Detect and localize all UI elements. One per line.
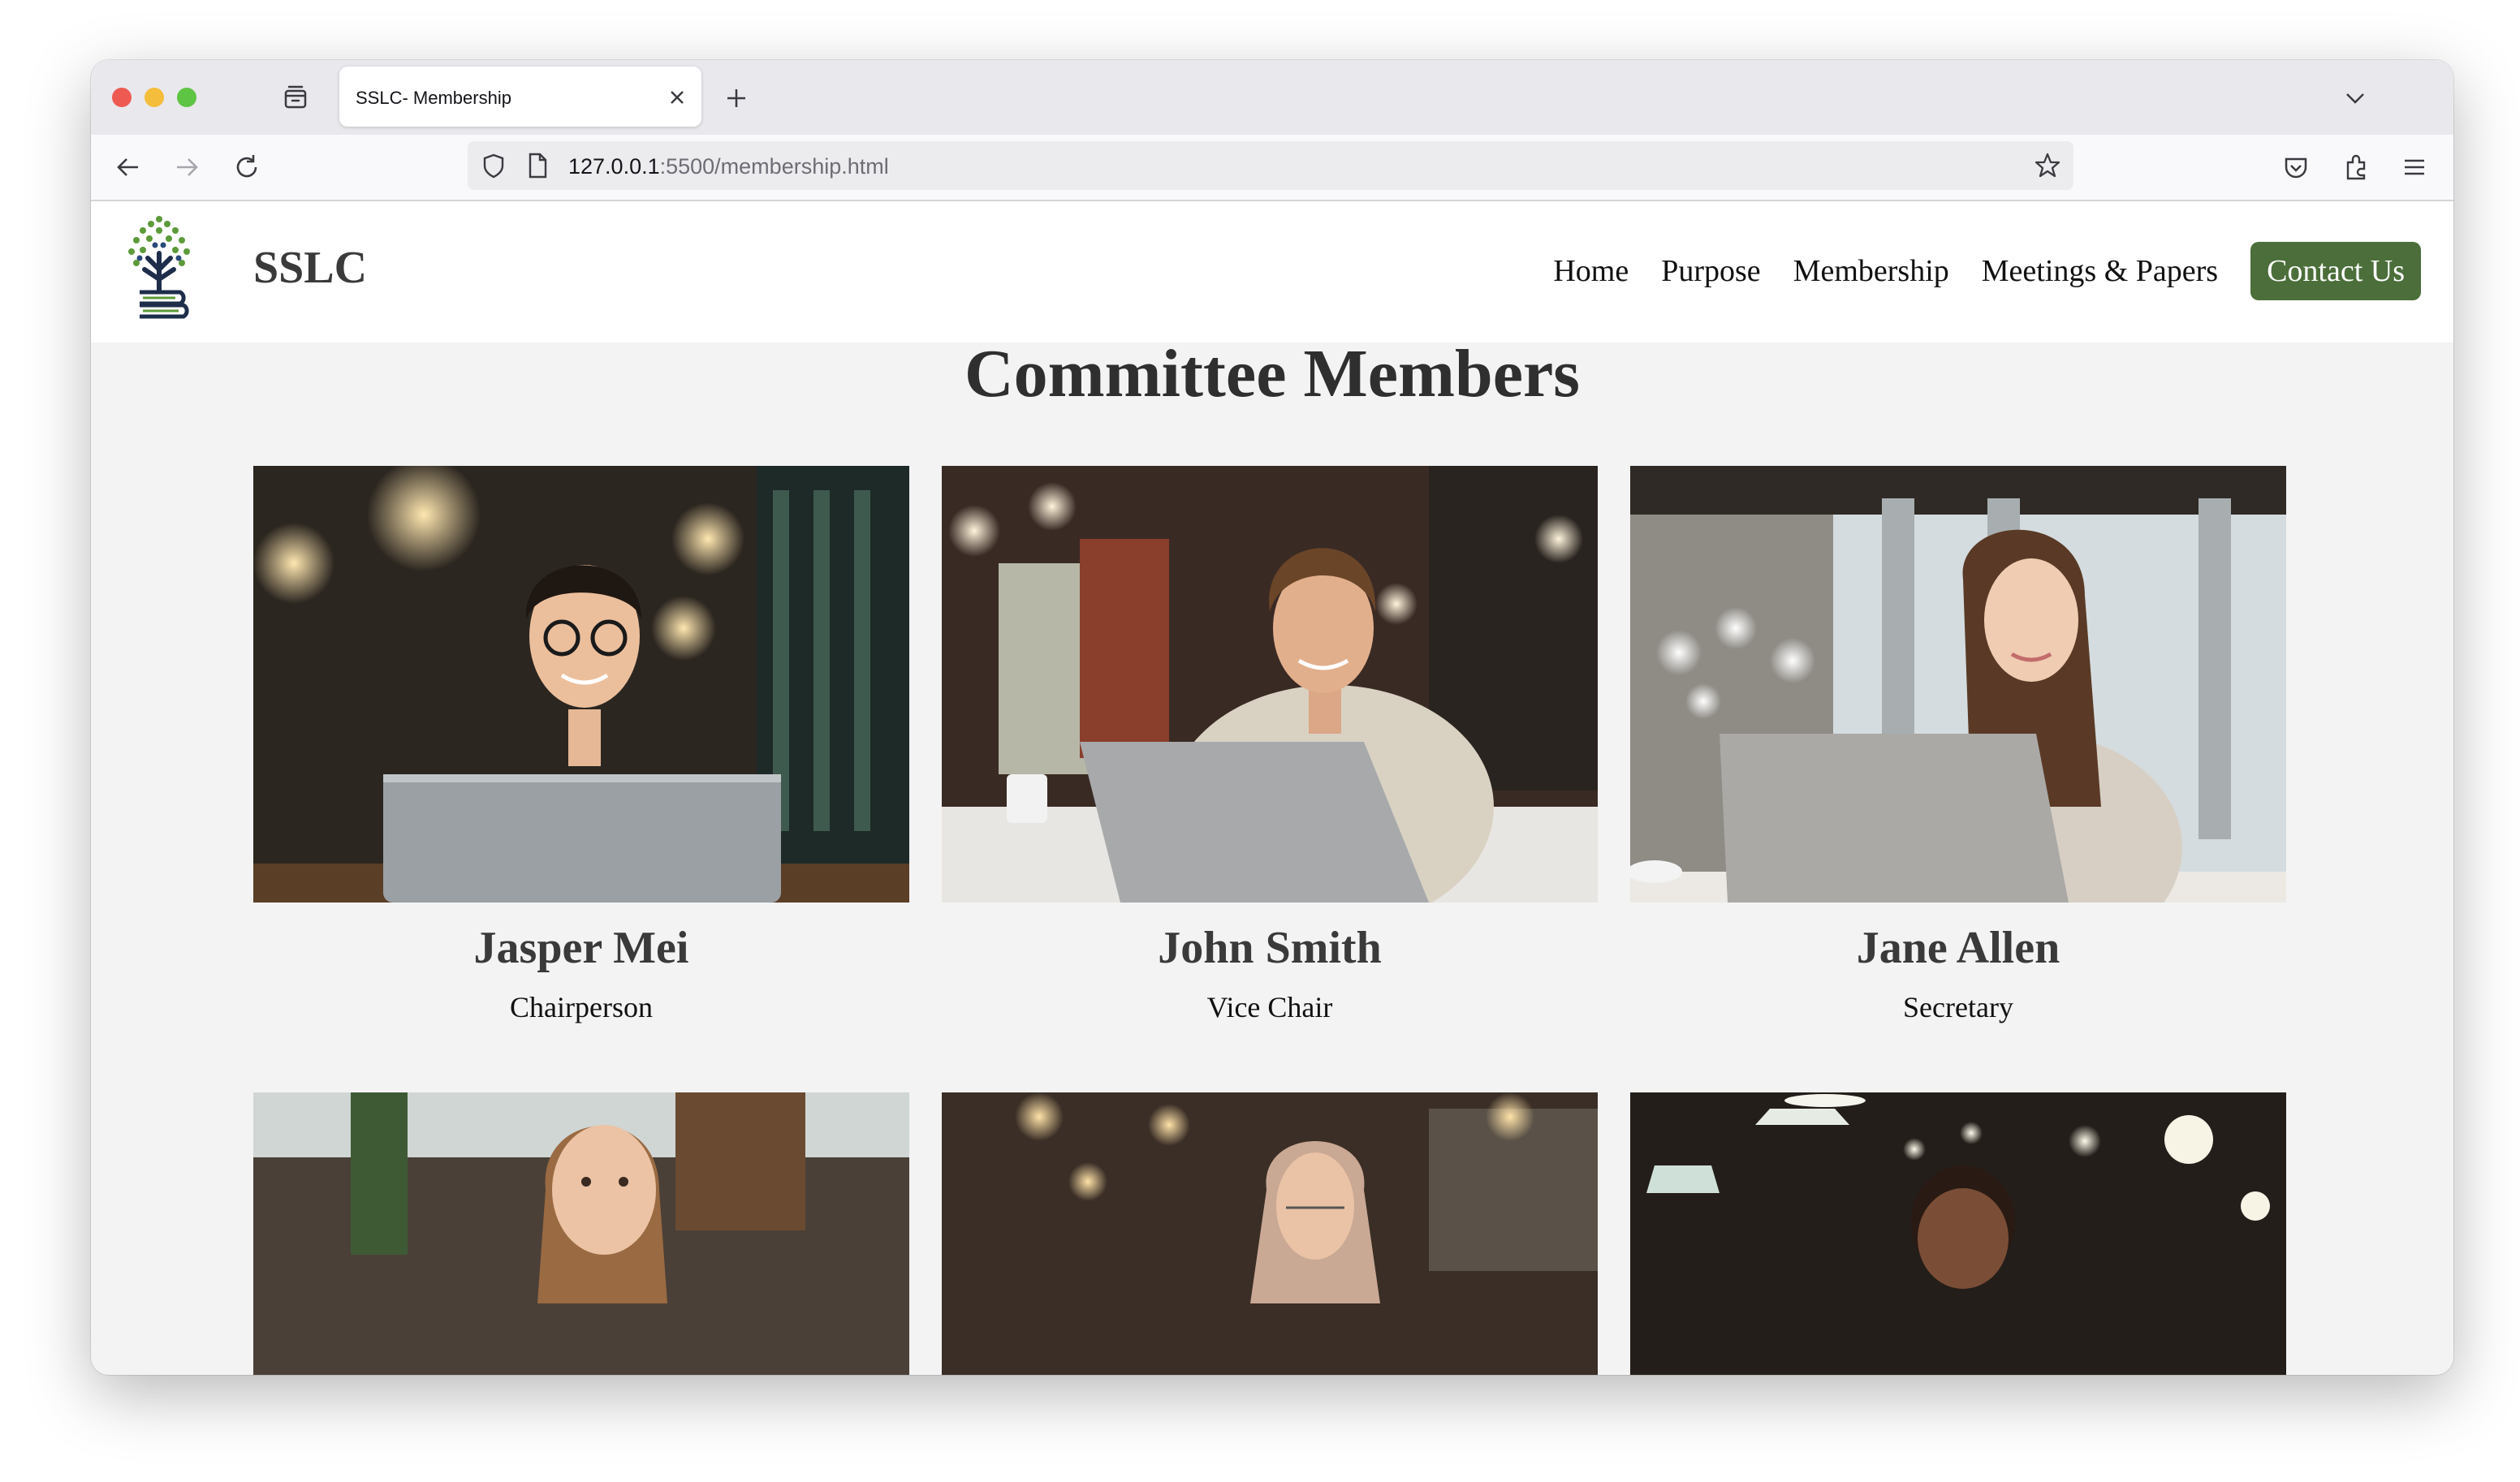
member-photo — [1630, 466, 2286, 903]
member-photo — [942, 466, 1598, 903]
close-window-button[interactable] — [112, 88, 132, 107]
member-photo — [253, 1092, 909, 1375]
member-photo — [942, 1092, 1598, 1375]
address-bar[interactable]: 127.0.0.1:5500/membership.html — [468, 141, 2073, 190]
bookmark-star-icon[interactable] — [2033, 151, 2062, 180]
member-name: Jasper Mei — [473, 923, 689, 973]
site-name[interactable]: SSLC — [253, 242, 367, 294]
contact-us-button[interactable]: Contact Us — [2250, 242, 2421, 300]
member-name: John Smith — [1158, 923, 1382, 973]
new-tab-icon[interactable] — [723, 84, 750, 112]
extensions-icon[interactable] — [2340, 151, 2372, 183]
page-title: Committee Members — [964, 336, 1580, 411]
chevron-down-icon[interactable] — [2341, 84, 2369, 112]
member-photo — [253, 466, 909, 903]
site-nav: Home Purpose Membership Meetings & Paper… — [1521, 239, 2421, 304]
forward-arrow-icon[interactable] — [170, 151, 203, 183]
member-name: Jane Allen — [1856, 923, 2060, 973]
site-header: SSLC Home Purpose Membership Meetings & … — [91, 201, 2453, 342]
member-role: Chairperson — [510, 991, 653, 1023]
menu-icon[interactable] — [2398, 151, 2431, 183]
tab-active[interactable]: SSLC- Membership — [339, 67, 701, 127]
nav-membership[interactable]: Membership — [1793, 253, 1949, 289]
nav-purpose[interactable]: Purpose — [1661, 253, 1760, 289]
reload-icon[interactable] — [231, 151, 263, 183]
member-role: Secretary — [1903, 991, 2013, 1023]
url-text[interactable]: 127.0.0.1:5500/membership.html — [568, 154, 889, 179]
nav-home[interactable]: Home — [1553, 253, 1629, 289]
member-photo — [1630, 1092, 2286, 1375]
back-arrow-icon[interactable] — [112, 151, 145, 183]
nav-meetings-papers[interactable]: Meetings & Papers — [1982, 253, 2218, 289]
tab-strip: SSLC- Membership — [91, 60, 2453, 135]
page-icon — [529, 153, 547, 179]
member-role: Vice Chair — [1206, 991, 1333, 1023]
browser-window: SSLC- Membership 127.0.0.1:5500/membersh… — [91, 60, 2453, 1375]
tree-book-logo-icon[interactable] — [119, 213, 200, 323]
shield-icon[interactable] — [479, 151, 508, 180]
zoom-window-button[interactable] — [177, 88, 196, 107]
web-page: SSLC Home Purpose Membership Meetings & … — [91, 201, 2453, 1375]
tab-list-icon[interactable] — [281, 83, 310, 112]
close-tab-icon[interactable] — [666, 86, 688, 109]
tab-title: SSLC- Membership — [356, 88, 511, 108]
minimize-window-button[interactable] — [145, 88, 164, 107]
pocket-icon[interactable] — [2280, 151, 2312, 183]
browser-toolbar: 127.0.0.1:5500/membership.html — [91, 135, 2453, 201]
